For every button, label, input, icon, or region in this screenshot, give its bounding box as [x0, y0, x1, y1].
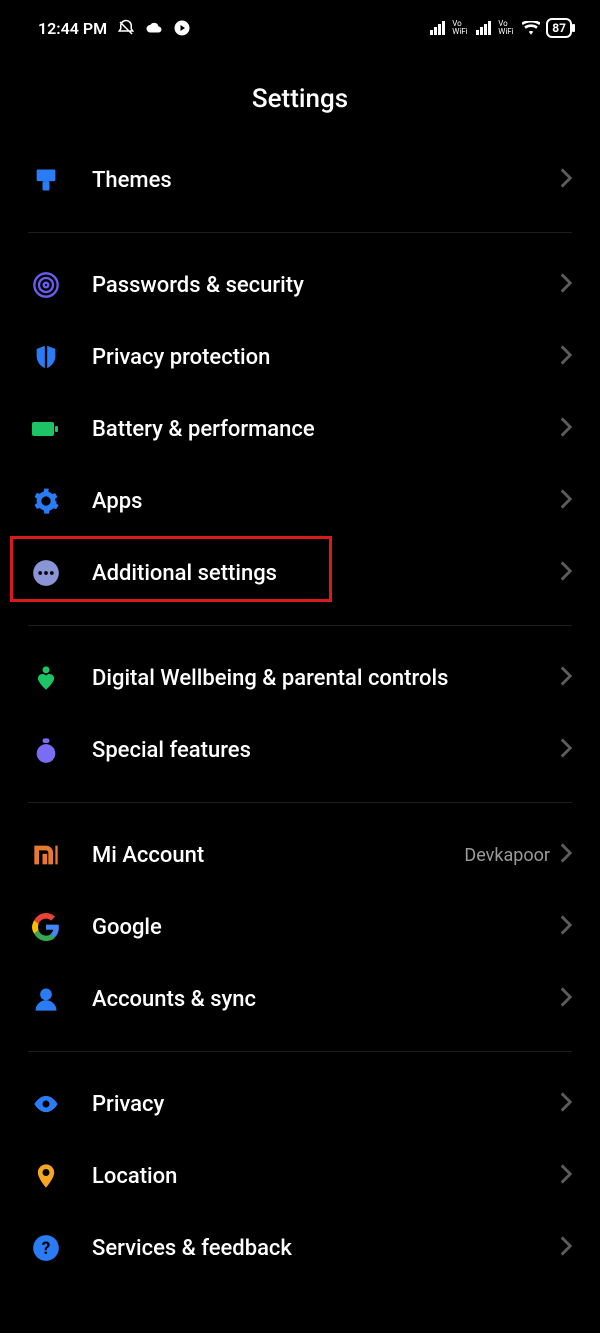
wellbeing-icon: [32, 664, 92, 692]
page-title: Settings: [0, 56, 600, 144]
row-label: Additional settings: [92, 561, 560, 586]
row-themes[interactable]: Themes: [0, 144, 600, 216]
cloud-icon: [145, 19, 163, 37]
divider: [28, 802, 572, 803]
row-label: Privacy: [92, 1092, 560, 1117]
row-label: Services & feedback: [92, 1236, 560, 1261]
chevron-right-icon: [560, 666, 572, 690]
divider: [28, 232, 572, 233]
play-icon: [173, 19, 191, 37]
divider: [28, 625, 572, 626]
vowifi-1-label: Vo WiFi: [452, 20, 470, 36]
chevron-right-icon: [560, 1236, 572, 1260]
row-label: Location: [92, 1164, 560, 1189]
chevron-right-icon: [560, 561, 572, 585]
vowifi-2-label: Vo WiFi: [498, 20, 516, 36]
chevron-right-icon: [560, 273, 572, 297]
shield-icon: [32, 343, 92, 371]
row-label: Themes: [92, 168, 560, 193]
row-apps[interactable]: Apps: [0, 465, 600, 537]
row-privacy-protection[interactable]: Privacy protection: [0, 321, 600, 393]
row-label: Google: [92, 915, 560, 940]
person-icon: [32, 985, 92, 1013]
battery-icon: [32, 415, 92, 443]
row-google[interactable]: Google: [0, 891, 600, 963]
row-additional-settings[interactable]: Additional settings: [0, 537, 600, 609]
chevron-right-icon: [560, 345, 572, 369]
row-label: Privacy protection: [92, 345, 560, 370]
row-services-feedback[interactable]: ? Services & feedback: [0, 1212, 600, 1284]
row-label: Accounts & sync: [92, 987, 560, 1012]
row-label: Passwords & security: [92, 273, 560, 298]
flask-icon: [32, 736, 92, 764]
gear-icon: [32, 487, 92, 515]
chevron-right-icon: [560, 417, 572, 441]
row-label: Battery & performance: [92, 417, 560, 442]
row-passwords-security[interactable]: Passwords & security: [0, 249, 600, 321]
row-privacy[interactable]: Privacy: [0, 1068, 600, 1140]
status-bar: 12:44 PM Vo WiFi Vo WiFi 87: [0, 0, 600, 56]
mute-icon: [117, 19, 135, 37]
battery-indicator: 87: [546, 18, 572, 38]
google-icon: [32, 913, 92, 941]
chevron-right-icon: [560, 987, 572, 1011]
row-location[interactable]: Location: [0, 1140, 600, 1212]
row-label: Special features: [92, 738, 560, 763]
help-icon: ?: [32, 1234, 92, 1262]
row-accounts-sync[interactable]: Accounts & sync: [0, 963, 600, 1035]
signal-1-icon: [430, 21, 446, 35]
chevron-right-icon: [560, 1164, 572, 1188]
status-time: 12:44 PM: [38, 19, 107, 38]
chevron-right-icon: [560, 738, 572, 762]
chevron-right-icon: [560, 168, 572, 192]
row-special-features[interactable]: Special features: [0, 714, 600, 786]
settings-list: Themes Passwords & security Privacy prot…: [0, 144, 600, 1284]
row-mi-account[interactable]: Mi Account Devkapoor: [0, 819, 600, 891]
wifi-icon: [522, 21, 540, 35]
row-value: Devkapoor: [464, 845, 550, 866]
more-icon: [32, 559, 92, 587]
row-battery-performance[interactable]: Battery & performance: [0, 393, 600, 465]
row-label: Mi Account: [92, 843, 464, 868]
mi-logo-icon: [32, 841, 92, 869]
signal-2-icon: [476, 21, 492, 35]
chevron-right-icon: [560, 1092, 572, 1116]
chevron-right-icon: [560, 843, 572, 867]
fingerprint-icon: [32, 271, 92, 299]
row-digital-wellbeing[interactable]: Digital Wellbeing & parental controls: [0, 642, 600, 714]
divider: [28, 1051, 572, 1052]
chevron-right-icon: [560, 489, 572, 513]
themes-icon: [32, 166, 92, 194]
svg-text:?: ?: [42, 1239, 51, 1259]
location-pin-icon: [32, 1162, 92, 1190]
row-label: Apps: [92, 489, 560, 514]
chevron-right-icon: [560, 915, 572, 939]
row-label: Digital Wellbeing & parental controls: [92, 666, 560, 691]
eye-icon: [32, 1090, 92, 1118]
